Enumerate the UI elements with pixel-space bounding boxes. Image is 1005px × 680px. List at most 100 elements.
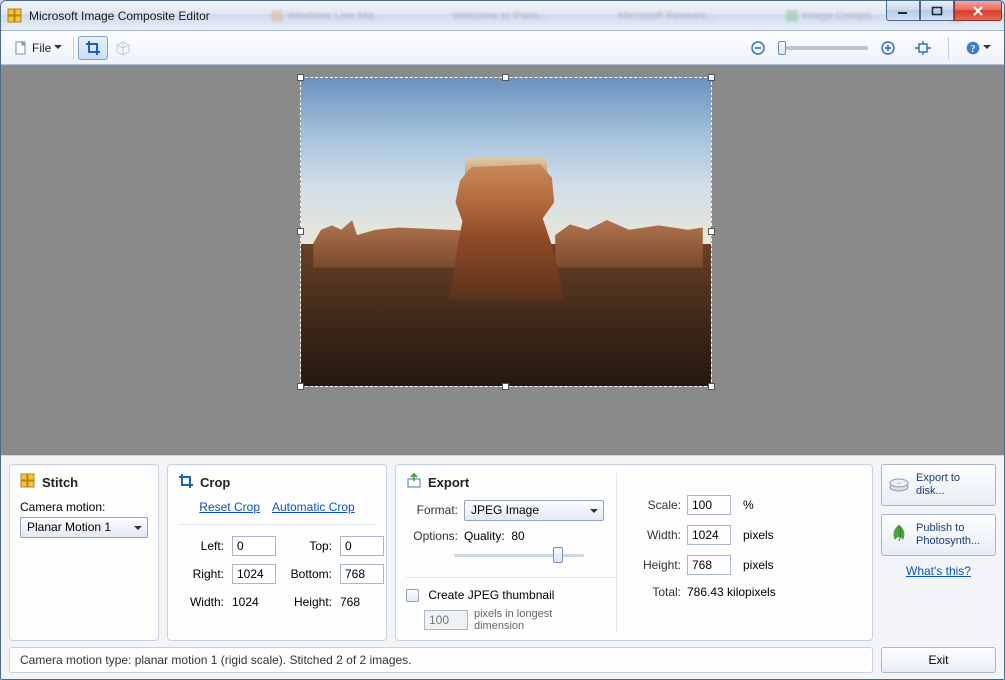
file-icon [14, 41, 28, 55]
crop-height-label: Height: [286, 595, 336, 609]
zoom-in-button[interactable] [874, 36, 902, 60]
crop-right-input[interactable] [232, 564, 276, 584]
file-menu-button[interactable]: File [7, 36, 69, 60]
right-actions: Export to disk... Publish to Photosynth.… [881, 464, 996, 641]
crop-tool-button[interactable] [78, 36, 108, 60]
zoom-in-icon [881, 41, 895, 55]
titlebar[interactable]: Microsoft Image Composite Editor Windows… [1, 1, 1004, 31]
chevron-down-icon [983, 45, 991, 50]
minimize-button[interactable] [886, 1, 920, 21]
crop-top-label: Top: [286, 539, 336, 553]
crop-left-input[interactable] [232, 536, 276, 556]
thumbnail-suffix: pixels in longest dimension [474, 608, 584, 632]
publish-label: Publish to Photosynth... [916, 522, 989, 547]
export-width-label: Width: [635, 528, 681, 542]
camera-motion-value: Planar Motion 1 [27, 520, 111, 534]
crop-handle-mr[interactable] [708, 228, 715, 235]
zoom-out-button[interactable] [744, 36, 772, 60]
format-label: Format: [406, 503, 458, 517]
canvas-area[interactable] [1, 65, 1004, 455]
photosynth-icon [888, 522, 910, 548]
cube-icon [115, 40, 131, 56]
crop-bottom-label: Bottom: [286, 567, 336, 581]
pixels-unit-2: pixels [743, 558, 858, 572]
stitched-image [301, 78, 711, 386]
thumbnail-label: Create JPEG thumbnail [428, 588, 554, 602]
status-text: Camera motion type: planar motion 1 (rig… [20, 653, 412, 667]
svg-text:?: ? [971, 44, 976, 55]
camera-motion-label: Camera motion: [20, 500, 148, 514]
automatic-crop-link[interactable]: Automatic Crop [272, 500, 355, 514]
export-icon [406, 473, 422, 492]
scale-unit: % [743, 498, 858, 512]
crop-handle-ml[interactable] [297, 228, 304, 235]
quality-slider[interactable] [454, 547, 584, 563]
stitch-icon [20, 473, 36, 492]
format-value: JPEG Image [471, 503, 539, 517]
reset-crop-link[interactable]: Reset Crop [199, 500, 260, 514]
app-window: Microsoft Image Composite Editor Windows… [0, 0, 1005, 680]
export-height-input[interactable] [687, 555, 731, 575]
crop-frame[interactable] [300, 77, 712, 387]
crop-handle-bl[interactable] [297, 383, 304, 390]
options-label: Options: [406, 529, 458, 543]
exit-button[interactable]: Exit [881, 647, 996, 673]
maximize-button[interactable] [920, 1, 954, 21]
export-to-disk-button[interactable]: Export to disk... [881, 464, 996, 506]
crop-left-label: Left: [178, 539, 228, 553]
app-icon [7, 8, 23, 24]
stitch-heading: Stitch [42, 475, 78, 490]
quality-label: Quality: [464, 529, 505, 543]
fit-screen-button[interactable] [908, 36, 938, 60]
crop-height-value: 768 [340, 595, 390, 609]
toolbar: File ? [1, 31, 1004, 65]
crop-heading: Crop [200, 475, 230, 490]
crop-top-input[interactable] [340, 536, 384, 556]
zoom-slider-thumb[interactable] [778, 41, 786, 55]
publish-photosynth-button[interactable]: Publish to Photosynth... [881, 514, 996, 556]
stitch-group: Stitch Camera motion: Planar Motion 1 [9, 464, 159, 641]
scale-input[interactable] [687, 495, 731, 515]
close-button[interactable] [954, 1, 1002, 21]
crop-icon [178, 473, 194, 492]
quality-value: 80 [511, 529, 524, 543]
separator [948, 37, 949, 59]
export-to-disk-label: Export to disk... [916, 472, 989, 497]
separator [73, 37, 74, 59]
exit-label: Exit [928, 653, 948, 667]
crop-bottom-input[interactable] [340, 564, 384, 584]
total-label: Total: [635, 585, 681, 599]
crop-handle-tl[interactable] [297, 74, 304, 81]
format-select[interactable]: JPEG Image [464, 500, 604, 521]
crop-handle-br[interactable] [708, 383, 715, 390]
thumbnail-checkbox[interactable] [406, 589, 419, 602]
crop-group: Crop Reset Crop Automatic Crop Left: Top… [167, 464, 387, 641]
crop-handle-tr[interactable] [708, 74, 715, 81]
camera-motion-select[interactable]: Planar Motion 1 [20, 517, 148, 538]
bottom-panel: Stitch Camera motion: Planar Motion 1 Cr… [1, 455, 1004, 679]
cube-tool-button [108, 36, 138, 60]
zoom-slider[interactable] [778, 46, 868, 50]
help-icon: ? [966, 41, 980, 55]
crop-right-label: Right: [178, 567, 228, 581]
crop-width-value: 1024 [232, 595, 282, 609]
export-height-label: Height: [635, 558, 681, 572]
export-heading: Export [428, 475, 469, 490]
crop-handle-tm[interactable] [502, 74, 509, 81]
export-width-input[interactable] [687, 525, 731, 545]
export-group: Export Format: JPEG Image Options: Quali… [395, 464, 873, 641]
zoom-out-icon [751, 41, 765, 55]
scale-label: Scale: [635, 498, 681, 512]
disk-icon [888, 472, 910, 498]
total-value: 786.43 kilopixels [687, 585, 858, 599]
help-button[interactable]: ? [959, 36, 998, 60]
quality-slider-thumb[interactable] [553, 547, 563, 563]
window-title: Microsoft Image Composite Editor [29, 9, 210, 23]
crop-handle-bm[interactable] [502, 383, 509, 390]
chevron-down-icon [54, 45, 62, 50]
thumbnail-size-input [424, 610, 468, 630]
crop-width-label: Width: [178, 595, 228, 609]
whats-this-link[interactable]: What's this? [906, 564, 971, 578]
pixels-unit-1: pixels [743, 528, 858, 542]
file-label: File [32, 41, 51, 55]
